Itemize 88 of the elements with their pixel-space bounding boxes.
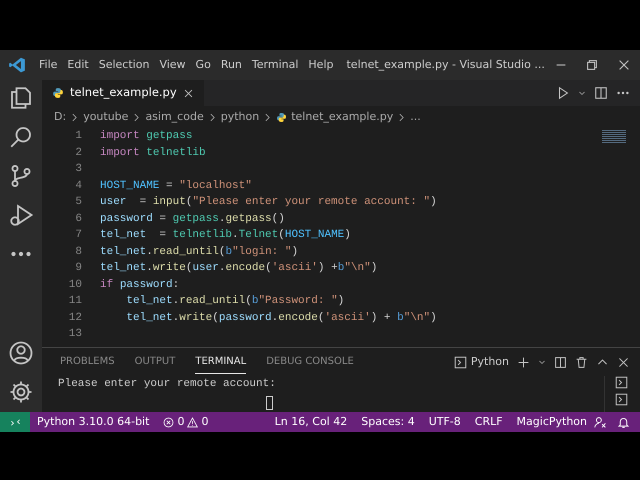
terminal-cursor [266, 396, 273, 410]
warning-icon [187, 416, 198, 428]
terminal-icon [454, 356, 467, 368]
line-number: 1 [74, 129, 82, 144]
line-number: 4 [74, 178, 82, 194]
code-line: tel_net.write(password.encode('ascii') + b"\n") [126, 310, 437, 326]
status-item[interactable]: UTF-8 [422, 414, 468, 430]
split-terminal-icon[interactable] [554, 356, 567, 368]
code-line: import getpass [100, 129, 192, 144]
restore-icon[interactable] [585, 58, 600, 72]
close-icon[interactable] [617, 58, 632, 72]
close-icon[interactable] [617, 356, 630, 368]
trash-icon[interactable] [575, 356, 588, 368]
chevron-icon [132, 112, 142, 122]
run-icon[interactable] [556, 86, 570, 100]
panel-tab[interactable]: TERMINAL [195, 350, 246, 374]
code-line: password = getpass.getpass() [100, 212, 285, 226]
breadcrumb-item[interactable]: youtube [83, 108, 128, 126]
chevron-icon [208, 112, 217, 122]
split-editor-icon[interactable] [594, 86, 608, 100]
line-number: 13 [68, 327, 82, 342]
status-item[interactable]: CRLF [468, 414, 510, 430]
account-icon[interactable] [9, 341, 33, 365]
menu-item[interactable]: File [34, 56, 62, 74]
status-item[interactable]: Ln 16, Col 42 [268, 414, 354, 430]
menu-item[interactable]: Help [303, 56, 338, 74]
line-number: 7 [74, 228, 82, 243]
remote-icon [10, 416, 20, 428]
settings-icon[interactable] [9, 380, 33, 404]
python-file-icon [52, 87, 64, 99]
panel-tab[interactable]: PROBLEMS [60, 350, 115, 374]
breadcrumb-item[interactable]: telnet_example.py [291, 108, 394, 126]
editor-tab[interactable]: telnet_example.py [42, 80, 204, 106]
search-icon[interactable] [9, 125, 33, 149]
breadcrumb-item[interactable]: D: [54, 108, 66, 126]
line-number: 3 [74, 162, 82, 177]
bell-icon[interactable] [617, 416, 630, 428]
code-line: HOST_NAME = "localhost" [100, 178, 252, 194]
problems-status[interactable]: 0 0 [156, 414, 216, 430]
status-item[interactable]: Spaces: 4 [354, 414, 422, 430]
close-icon[interactable] [182, 88, 194, 98]
minimap-drawing [602, 130, 626, 144]
terminal-selector[interactable]: Python [454, 354, 509, 370]
code-line: tel_net.read_until(b"login: ") [100, 244, 298, 260]
terminal-output: Please enter your remote account: [57, 377, 277, 392]
window-title: telnet_example.py - Visual Studio ... [346, 56, 545, 73]
python-file-icon [276, 112, 288, 122]
files-icon[interactable] [9, 86, 33, 110]
interpreter-status[interactable]: Python 3.10.0 64-bit [30, 414, 156, 430]
breadcrumb-more[interactable]: ... [410, 108, 421, 126]
status-item[interactable]: MagicPython [510, 414, 594, 430]
branch-icon[interactable] [9, 164, 33, 188]
line-number: 8 [74, 244, 82, 260]
error-icon [163, 416, 174, 428]
line-number: 9 [74, 261, 82, 276]
caret-icon[interactable] [538, 358, 546, 366]
terminal-icon[interactable] [615, 393, 628, 406]
logo-icon [8, 56, 26, 74]
chevron-icon [397, 112, 406, 122]
code-line: import telnetlib [100, 146, 206, 160]
panel-tab[interactable]: OUTPUT [134, 350, 176, 374]
breadcrumb-item[interactable]: asim_code [145, 108, 204, 126]
terminal-icon[interactable] [615, 376, 628, 389]
menu-item[interactable]: Edit [62, 56, 94, 74]
line-number: 2 [74, 146, 82, 160]
chevron-icon [263, 112, 272, 122]
chevron-icon [70, 112, 80, 122]
menu-item[interactable]: Go [190, 56, 216, 74]
menu-item[interactable]: Run [216, 56, 247, 74]
code-line: tel_net.read_until(b"Password: ") [126, 294, 344, 309]
menu-item[interactable]: View [154, 56, 191, 74]
line-number: 5 [74, 195, 82, 210]
code-line: tel_net = telnetlib.Telnet(HOST_NAME) [100, 228, 351, 243]
code-line: tel_net.write(user.encode('ascii') +b"\n") [100, 261, 378, 276]
caret-icon[interactable] [578, 89, 586, 97]
plus-icon[interactable] [517, 356, 530, 368]
code-line: if password: [100, 278, 180, 292]
breadcrumb-item[interactable]: python [220, 108, 260, 126]
code-line: user = input("Please enter your remote account: ") [100, 195, 437, 210]
panel-tab[interactable]: DEBUG CONSOLE [266, 350, 354, 374]
menu-item[interactable]: Terminal [246, 56, 304, 74]
line-number: 12 [68, 310, 82, 326]
feedback-icon[interactable] [594, 416, 607, 428]
menu-item[interactable]: Selection [94, 56, 154, 74]
line-number: 6 [74, 212, 82, 226]
run-debug-icon[interactable] [9, 203, 33, 227]
line-number: 10 [68, 278, 82, 292]
line-number: 11 [68, 294, 82, 309]
